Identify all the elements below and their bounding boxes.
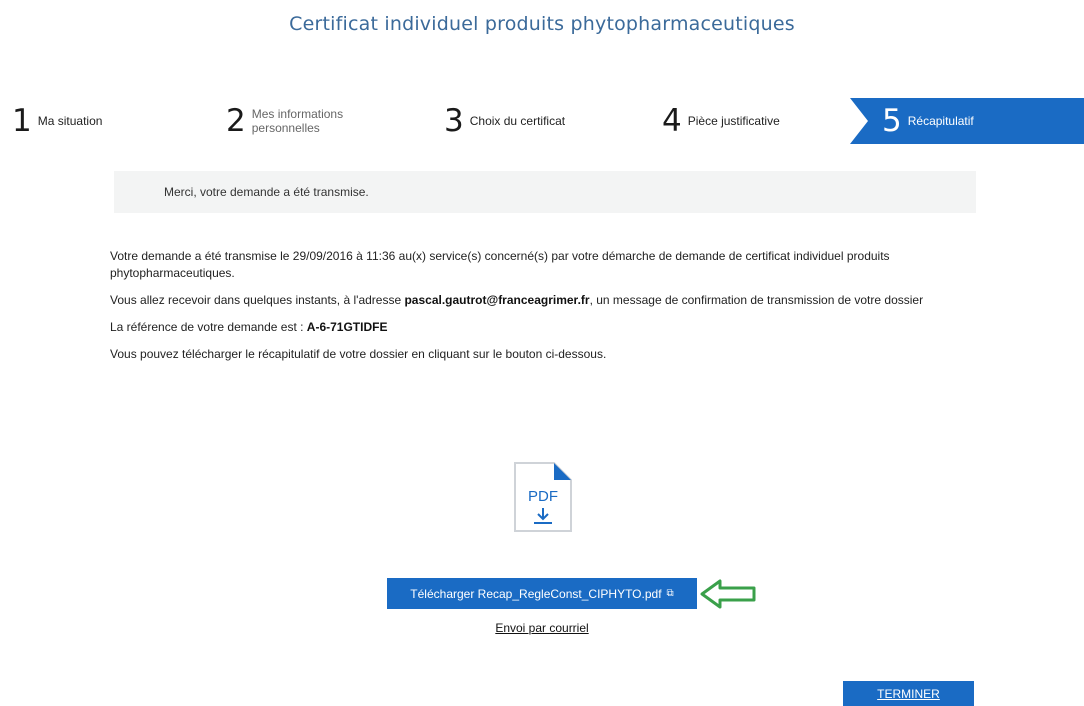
step-number: 5	[882, 102, 902, 139]
email-text-before: Vous allez recevoir dans quelques instan…	[110, 293, 405, 307]
external-link-icon: ⧉	[666, 588, 674, 599]
step-number: 4	[662, 102, 682, 139]
step-label: Choix du certificat	[469, 114, 566, 128]
step-piece-justificative[interactable]: 4 Pièce justificative	[662, 98, 780, 144]
step-label-line2: personnelles	[251, 121, 320, 135]
pdf-icon-label: PDF	[528, 488, 558, 505]
step-label: Ma situation	[37, 114, 103, 128]
download-instructions: Vous pouvez télécharger le récapitulatif…	[110, 347, 607, 361]
reference-paragraph: La référence de votre demande est : A-6-…	[110, 319, 980, 336]
step-label: Pièce justificative	[687, 114, 780, 128]
step-ma-situation[interactable]: 1 Ma situation	[12, 98, 102, 144]
download-recap-label: Télécharger Recap_RegleConst_CIPHYTO.pdf	[410, 586, 662, 601]
step-number: 1	[12, 102, 32, 139]
step-choix-certificat[interactable]: 3 Choix du certificat	[444, 98, 565, 144]
send-by-email-link[interactable]: Envoi par courriel	[440, 621, 644, 635]
stepper: 1 Ma situation 2 Mes informations person…	[0, 98, 1084, 144]
download-recap-button[interactable]: Télécharger Recap_RegleConst_CIPHYTO.pdf…	[387, 578, 697, 609]
pdf-download-icon[interactable]: PDF	[512, 460, 574, 534]
arrow-left-icon	[700, 579, 756, 609]
step-label-line1: Mes informations	[251, 107, 344, 121]
step-number: 2	[226, 102, 246, 139]
step-label: Récapitulatif	[907, 114, 974, 128]
success-notice-text: Merci, votre demande a été transmise.	[164, 185, 369, 199]
confirmation-content: Votre demande a été transmise le 29/09/2…	[110, 248, 980, 373]
step-number: 3	[444, 102, 464, 139]
reference-number: A-6-71GTIDFE	[306, 320, 388, 334]
email-paragraph: Vous allez recevoir dans quelques instan…	[110, 292, 980, 309]
step-mes-informations[interactable]: 2 Mes informations personnelles	[226, 98, 343, 144]
email-text-after: , un message de confirmation de transmis…	[589, 293, 924, 307]
step-recapitulatif-active[interactable]: 5 Récapitulatif	[850, 98, 1084, 144]
email-address: pascal.gautrot@franceagrimer.fr	[404, 293, 590, 307]
success-notice: Merci, votre demande a été transmise.	[114, 171, 976, 213]
reference-label: La référence de votre demande est :	[110, 320, 307, 334]
page-title: Certificat individuel produits phytophar…	[289, 13, 795, 35]
submission-paragraph: Votre demande a été transmise le 29/09/2…	[110, 249, 890, 280]
finish-button[interactable]: TERMINER	[843, 681, 974, 706]
step-label: Mes informations personnelles	[252, 107, 343, 135]
